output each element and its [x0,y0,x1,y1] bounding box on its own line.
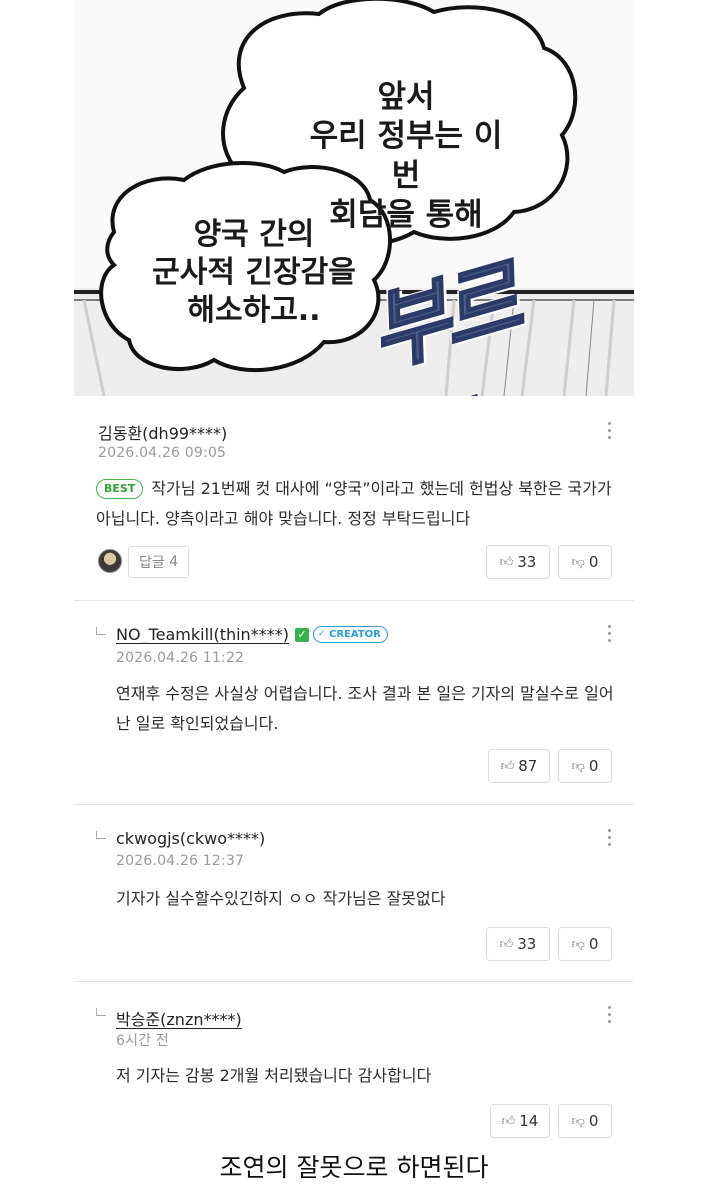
thumbs-down-icon: 👎︎ [571,554,585,570]
best-badge: BEST [96,479,144,499]
thumbs-down-icon: 👎︎ [571,936,585,952]
comment-date: 2026.04.26 11:22 [116,650,245,666]
comment-author[interactable]: ckwogjs(ckwo****) [116,829,265,848]
comic-panel: 앞서 우리 정부는 이번 회담을 통해 양국 간의 군사적 긴장감을 해소하고.… [74,0,634,396]
dislike-count: 0 [588,935,599,953]
like-button[interactable]: 👍︎ 14 [490,1104,550,1138]
comment-author[interactable]: 김동환(dh99****) [98,420,227,444]
thumbs-up-icon: 👍︎ [501,1113,516,1129]
comment-date: 6시간 전 [116,1033,169,1049]
comment-author[interactable]: NO_Teamkill(thin****) [116,625,289,644]
dislike-button[interactable]: 👎︎ 0 [558,927,612,961]
reply-count-button[interactable]: 답글 4 [128,546,190,578]
caption-text: 조연의 잘못으로 하면된다 [219,1153,489,1182]
more-vertical-icon[interactable] [606,422,612,442]
creator-badge: CREATOR [313,626,388,643]
dislike-button[interactable]: 👎︎ 0 [558,749,612,783]
verified-check-icon: ✓ [295,628,309,642]
like-button[interactable]: 👍︎ 33 [486,927,550,961]
speech-bubble-top: 앞서 우리 정부는 이번 회담을 통해 [296,78,516,235]
speech-line: 양국 간의 [193,217,315,252]
dislike-count: 0 [588,1112,599,1130]
reply-count: 4 [169,554,179,570]
comment-body: 연재후 수정은 사실상 어렵습니다. 조사 결과 본 일은 기자의 말실수로 일… [116,684,614,733]
comment-body: 기자가 실수할수있긴하지 ㅇㅇ 작가님은 잘못없다 [116,889,446,908]
dislike-count: 0 [588,553,599,571]
more-vertical-icon[interactable] [606,625,612,645]
reply-arrow-icon [96,1008,106,1016]
reply-item: ckwogjs(ckwo****) 2026.04.26 12:37 기자가 실… [74,805,634,981]
like-count: 87 [518,757,538,775]
comment-item: 김동환(dh99****) 2026.04.26 09:05 BEST 작가님 2… [74,400,634,600]
like-count: 33 [517,935,537,953]
thumbs-down-icon: 👎︎ [571,1113,585,1129]
like-button[interactable]: 👍︎ 33 [486,545,550,579]
more-vertical-icon[interactable] [606,1006,612,1026]
speech-line: 군사적 긴장감을 [152,255,356,291]
reply-item: 박승준(znzn****) 6시간 전 저 기자는 감봉 2개월 처리됐습니다 … [74,982,634,1148]
like-count: 33 [517,553,537,571]
reply-arrow-icon [96,831,106,839]
avatar [98,549,122,573]
thumbs-up-icon: 👍︎ [500,758,515,774]
speech-line: 우리 정부는 이번 [309,118,503,194]
reply-item: NO_Teamkill(thin****) ✓ CREATOR 2026.04.… [74,601,634,804]
reply-arrow-icon [96,627,106,635]
speech-bubble-bottom: 양국 간의 군사적 긴장감을 해소하고.. [134,216,374,330]
comment-body: 저 기자는 감봉 2개월 처리됐습니다 감사합니다 [116,1066,432,1085]
thumbs-down-icon: 👎︎ [571,758,585,774]
comment-author[interactable]: 박승준(znzn****) [116,1006,242,1030]
comment-date: 2026.04.26 09:05 [98,445,227,461]
dislike-button[interactable]: 👎︎ 0 [558,545,612,579]
dislike-count: 0 [588,757,599,775]
reply-label: 답글 [139,555,165,571]
comment-text: 작가님 21번째 컷 대사에 “양국”이라고 했는데 헌법상 북한은 국가가 아… [96,479,612,528]
thumbs-up-icon: 👍︎ [499,554,514,570]
comment-date: 2026.04.26 12:37 [116,853,245,869]
more-vertical-icon[interactable] [606,829,612,849]
like-count: 14 [519,1112,539,1130]
comment-body: BEST 작가님 21번째 컷 대사에 “양국”이라고 했는데 헌법상 북한은 국… [96,474,616,534]
like-button[interactable]: 👍︎ 87 [488,749,550,783]
speech-line: 해소하고.. [187,293,321,329]
dislike-button[interactable]: 👎︎ 0 [558,1104,612,1138]
thumbs-up-icon: 👍︎ [499,936,514,952]
speech-line: 앞서 [377,79,435,115]
